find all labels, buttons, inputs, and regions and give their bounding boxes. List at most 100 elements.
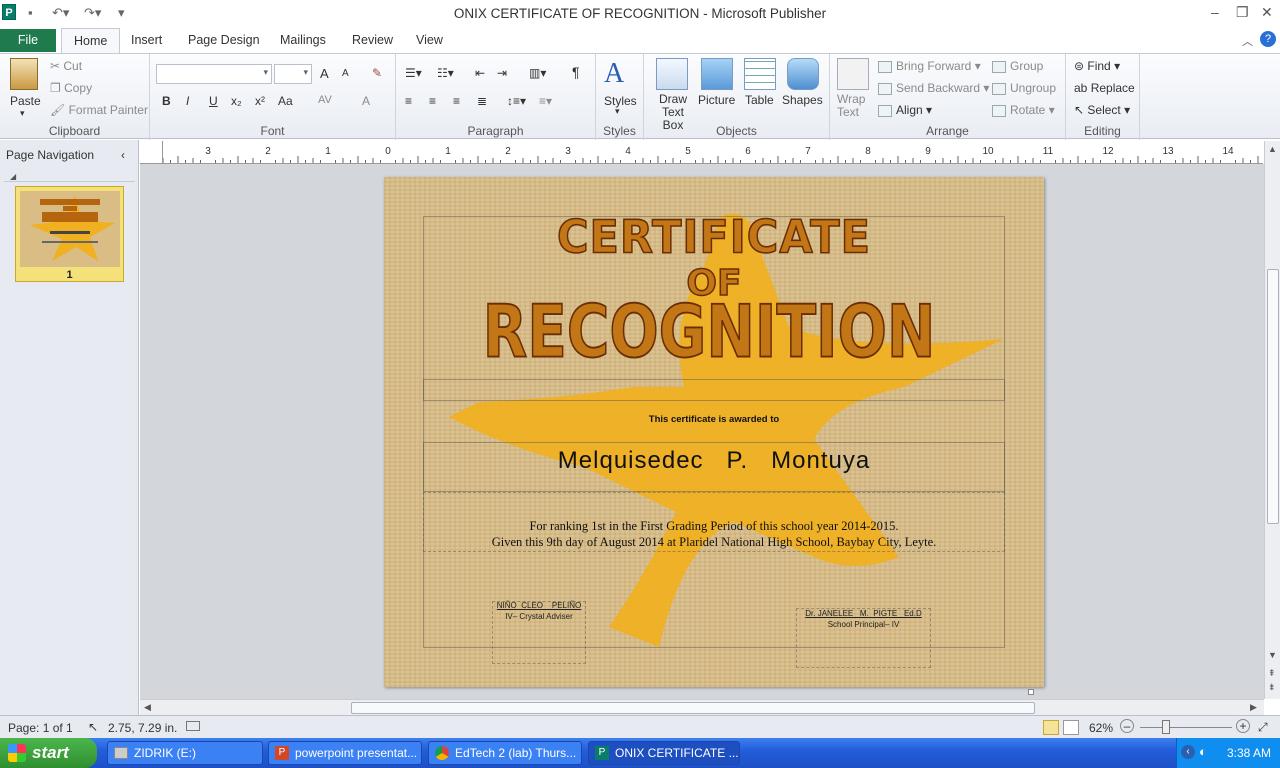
zoom-in-icon[interactable]: +: [1236, 719, 1250, 733]
close-icon[interactable]: ✕: [1261, 4, 1273, 21]
tab-insert[interactable]: Insert: [131, 33, 162, 47]
clock[interactable]: 3:38 AM: [1227, 746, 1271, 760]
vertical-scrollbar[interactable]: ▲ ▼ ⇞ ⇟: [1264, 141, 1280, 699]
align-right-icon[interactable]: ≡: [453, 94, 460, 108]
table-button[interactable]: Table: [745, 93, 774, 107]
scroll-left-icon[interactable]: ◀: [144, 702, 151, 713]
paste-dropdown-icon[interactable]: ▾: [20, 108, 25, 119]
scroll-up-icon[interactable]: ▲: [1268, 144, 1277, 154]
tab-review[interactable]: Review: [352, 33, 393, 47]
show-hidden-icons-icon[interactable]: ‹: [1181, 745, 1195, 759]
page-indicator[interactable]: Page: 1 of 1: [8, 721, 73, 735]
ruler-number: 8: [865, 146, 871, 157]
taskbar-item-zidrik[interactable]: ZIDRIK (E:): [107, 741, 263, 765]
align-left-icon[interactable]: ≡: [405, 94, 412, 108]
paste-icon[interactable]: [10, 58, 38, 90]
taskbar-item-powerpoint[interactable]: Ppowerpoint presentat...: [268, 741, 422, 765]
tab-file[interactable]: File: [0, 29, 56, 52]
vertical-scroll-thumb[interactable]: [1267, 269, 1279, 524]
horizontal-scroll-thumb[interactable]: [351, 702, 1035, 714]
clear-formatting-icon[interactable]: ✎: [372, 66, 382, 80]
minimize-icon[interactable]: –: [1211, 4, 1219, 20]
numbering-icon[interactable]: ☷▾: [437, 66, 454, 80]
align-center-icon[interactable]: ≡: [429, 94, 436, 108]
picture-button[interactable]: Picture: [698, 93, 735, 107]
horizontal-ruler[interactable]: 3 2 1 0 1 2 3 4 5 6 7 8 9 10 11 12 13 14: [162, 141, 1263, 164]
table-icon[interactable]: [744, 58, 776, 90]
draw-text-box-icon[interactable]: [656, 58, 688, 90]
find-button[interactable]: ⊜ Find ▾: [1074, 59, 1120, 73]
send-backward-button[interactable]: Send Backward ▾: [878, 81, 989, 95]
zoom-slider-track[interactable]: [1140, 727, 1232, 728]
tab-mailings[interactable]: Mailings: [280, 33, 326, 47]
picture-icon[interactable]: [701, 58, 733, 90]
zoom-slider-handle[interactable]: [1162, 720, 1170, 734]
justify-icon[interactable]: ≣: [477, 94, 487, 108]
styles-icon[interactable]: A: [604, 58, 624, 90]
columns-icon[interactable]: ▥▾: [529, 66, 546, 80]
wrap-text-button[interactable]: Wrap Text: [837, 93, 865, 119]
subscript-button[interactable]: x₂: [231, 94, 242, 108]
cursor-icon: ↖: [1074, 103, 1088, 117]
scroll-down-icon[interactable]: ▼: [1268, 650, 1277, 660]
two-page-view-icon[interactable]: [1063, 720, 1079, 735]
group-button[interactable]: Group: [992, 59, 1043, 73]
shapes-button[interactable]: Shapes: [782, 93, 823, 107]
change-case-button[interactable]: Aa: [278, 94, 293, 108]
paste-button[interactable]: Paste: [10, 94, 41, 108]
decrease-indent-icon[interactable]: ⇤: [475, 66, 485, 80]
font-name-combo[interactable]: ▾: [156, 64, 272, 84]
shrink-font-button[interactable]: A: [342, 68, 349, 79]
collapse-pane-icon[interactable]: ‹: [121, 144, 125, 166]
start-button[interactable]: start: [0, 738, 97, 768]
bring-forward-button[interactable]: Bring Forward ▾: [878, 59, 981, 73]
styles-dropdown-icon[interactable]: ▾: [615, 106, 620, 117]
show-pilcrow-button[interactable]: ¶: [572, 64, 580, 80]
section-header[interactable]: ◢: [4, 168, 135, 182]
rotate-button[interactable]: Rotate ▾: [992, 103, 1055, 117]
tab-page-design[interactable]: Page Design: [188, 33, 260, 47]
collapse-ribbon-icon[interactable]: ︿: [1242, 33, 1253, 49]
select-button[interactable]: ↖ Select ▾: [1074, 103, 1130, 117]
zoom-level[interactable]: 62%: [1089, 721, 1113, 735]
bullets-icon[interactable]: ☰▾: [405, 66, 422, 80]
copy-button[interactable]: ❐ Copy: [50, 81, 92, 95]
character-spacing-button[interactable]: AV: [318, 94, 332, 106]
format-painter-button[interactable]: 🖌 Format Painter: [50, 103, 148, 117]
shapes-icon[interactable]: [787, 58, 819, 90]
scissors-icon: ✂: [50, 59, 64, 73]
certificate-page[interactable]: CERTIFICATE OF RECOGNITION This certific…: [384, 177, 1044, 687]
zoom-out-icon[interactable]: –: [1120, 719, 1134, 733]
single-page-view-icon[interactable]: [1043, 720, 1059, 735]
replace-button[interactable]: ab Replace: [1074, 81, 1135, 95]
paragraph-spacing-icon[interactable]: ≡▾: [539, 94, 552, 108]
cut-button[interactable]: ✂ Cut: [50, 59, 82, 73]
underline-button[interactable]: U: [209, 94, 218, 108]
scroll-right-icon[interactable]: ▶: [1250, 702, 1257, 713]
font-size-combo[interactable]: ▾: [274, 64, 312, 84]
volume-icon[interactable]: ◐: [1199, 744, 1207, 759]
wrap-text-icon[interactable]: [837, 58, 869, 90]
superscript-button[interactable]: x²: [255, 94, 265, 108]
line-spacing-icon[interactable]: ↕≡▾: [507, 94, 526, 108]
grow-font-button[interactable]: A: [320, 66, 329, 81]
ungroup-button[interactable]: Ungroup: [992, 81, 1056, 95]
restore-icon[interactable]: ❐: [1236, 4, 1249, 21]
bold-button[interactable]: B: [162, 94, 171, 108]
previous-page-icon[interactable]: ⇞: [1268, 668, 1276, 679]
help-icon[interactable]: ?: [1260, 31, 1276, 47]
tab-view[interactable]: View: [416, 33, 443, 47]
italic-button[interactable]: I: [186, 94, 189, 108]
align-button[interactable]: Align ▾: [878, 103, 932, 117]
taskbar-item-publisher[interactable]: P ONIX CERTIFICATE ...: [588, 741, 740, 765]
page-thumbnail[interactable]: 1: [15, 186, 124, 282]
styles-button[interactable]: Styles: [604, 94, 637, 108]
section-collapse-icon[interactable]: ◢: [4, 172, 16, 181]
fit-page-icon[interactable]: ⤢: [1258, 720, 1268, 735]
tab-home[interactable]: Home: [61, 28, 121, 54]
next-page-icon[interactable]: ⇟: [1268, 682, 1276, 693]
taskbar-item-chrome[interactable]: EdTech 2 (lab) Thurs...: [428, 741, 582, 765]
horizontal-scrollbar[interactable]: ◀ ▶: [140, 699, 1264, 715]
font-color-button[interactable]: A: [362, 94, 370, 108]
increase-indent-icon[interactable]: ⇥: [497, 66, 507, 80]
